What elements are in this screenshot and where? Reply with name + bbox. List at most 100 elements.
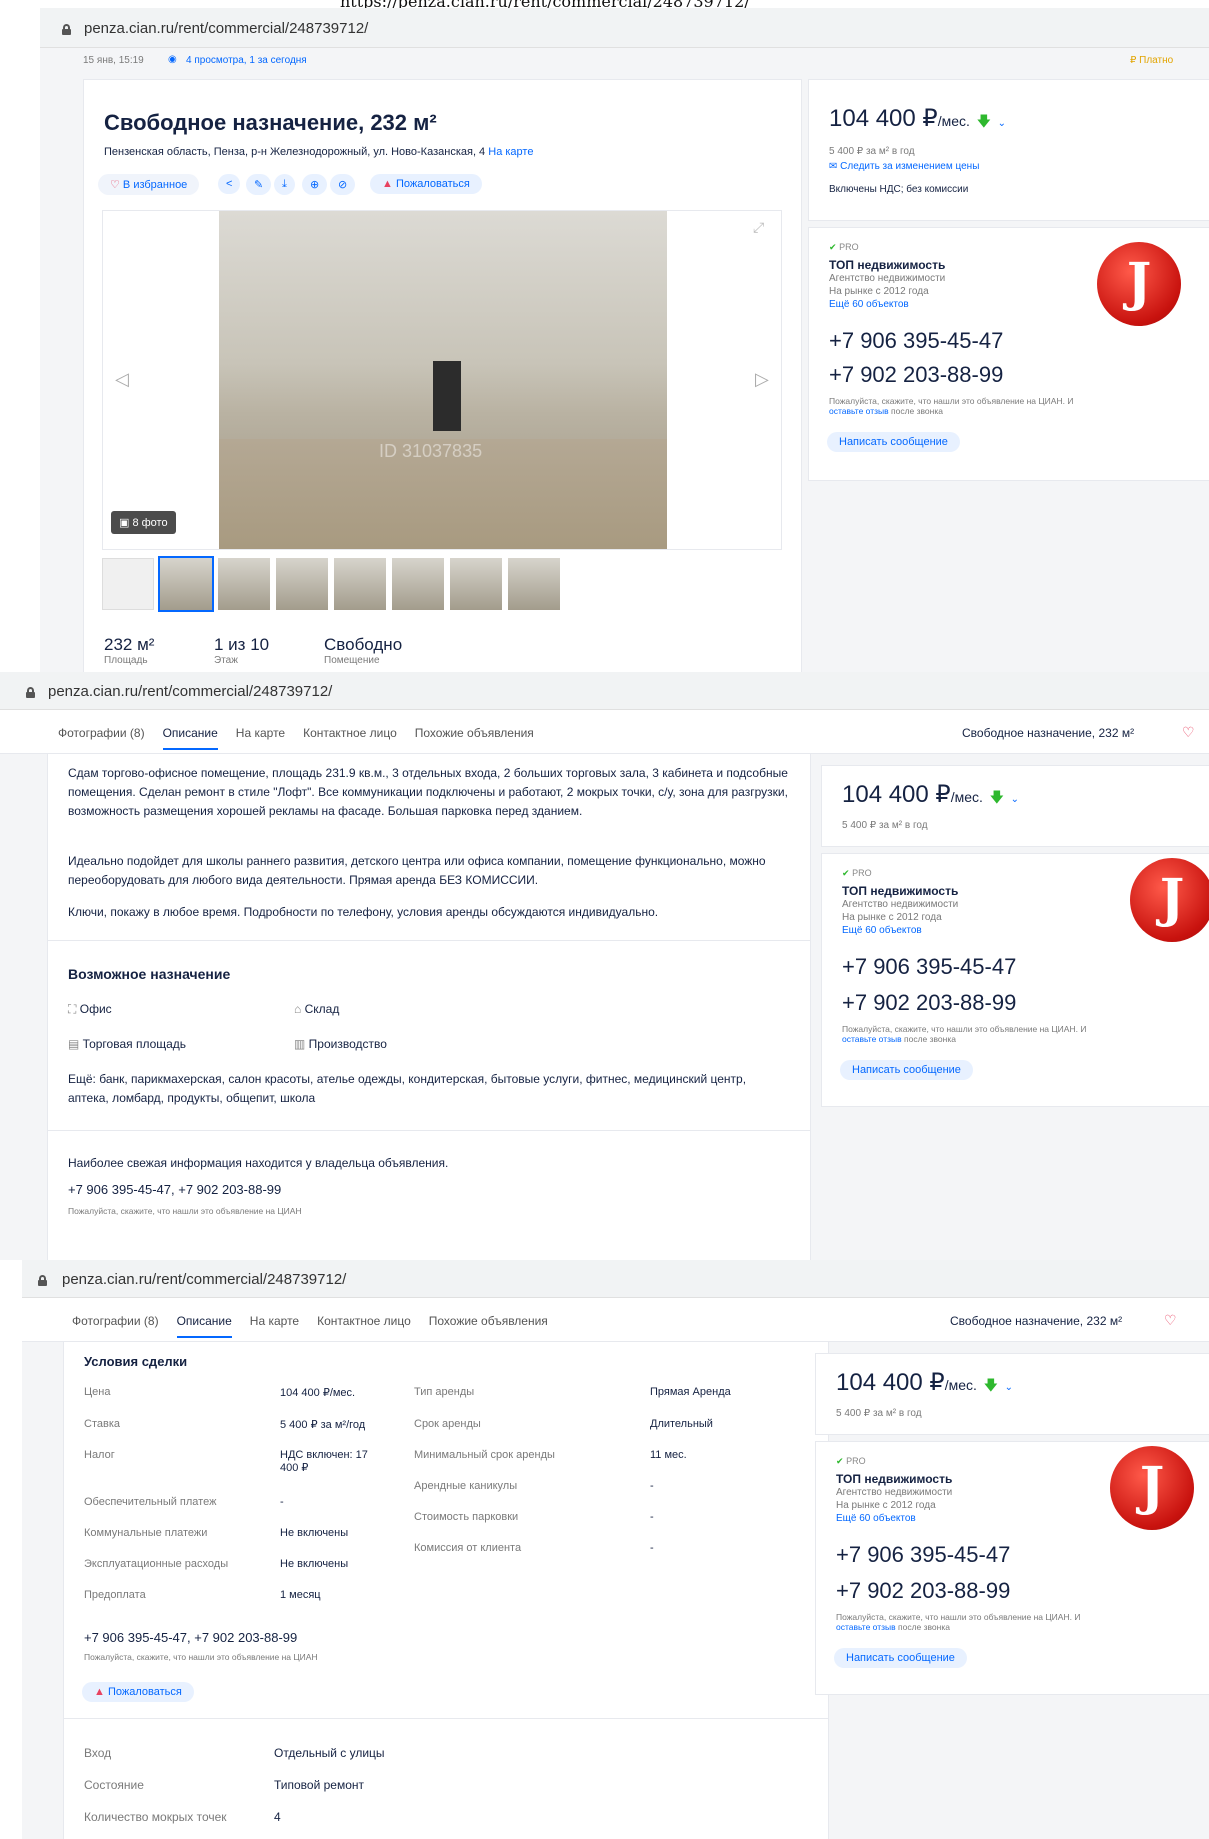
page-title: Свободное назначение, 232 м² — [104, 110, 437, 135]
agent-name[interactable]: ТОП недвижимость — [836, 1472, 952, 1486]
price-per-m2: 5 400 ₽ за м² в год — [842, 820, 928, 831]
agent-more-link[interactable]: Ещё 60 объектов — [836, 1513, 916, 1524]
photo-watermark: ID 31037835 — [379, 441, 483, 461]
message-button[interactable]: Написать сообщение — [840, 1060, 973, 1080]
thumbnail[interactable] — [158, 556, 214, 612]
agent-logo[interactable]: J — [1130, 858, 1209, 942]
more-purposes: Ещё: банк, парикмахерская, салон красоты… — [68, 1072, 747, 1105]
address-bar[interactable]: penza.cian.ru/rent/commercial/248739712/ — [40, 8, 1209, 48]
lock-icon — [62, 24, 71, 36]
agent-logo[interactable]: J — [1110, 1446, 1194, 1530]
agent-name[interactable]: ТОП недвижимость — [829, 258, 945, 272]
phone-2[interactable]: +7 902 203-88-99 — [836, 1578, 1010, 1604]
edit-button[interactable]: ✎ — [246, 174, 272, 195]
thumbnail[interactable] — [392, 558, 444, 610]
description-paragraph: Сдам торгово-офисное помещение, площадь … — [68, 766, 788, 818]
paid-link[interactable]: ₽ Платно — [1130, 55, 1173, 66]
deal-value: - — [650, 1480, 654, 1492]
url-text: penza.cian.ru/rent/commercial/248739712/ — [84, 20, 369, 37]
report-button[interactable]: ▲ Пожаловаться — [370, 174, 482, 194]
compare-button[interactable]: ⊕ — [302, 174, 328, 195]
thumbnail[interactable] — [334, 558, 386, 610]
share-button[interactable]: < — [218, 174, 241, 194]
stat-value: 1 из 10 — [214, 635, 270, 654]
verified-icon: ✔ — [836, 1456, 844, 1466]
download-button[interactable]: ⤓ — [274, 174, 295, 195]
sticky-header: Фотографии (8) Описание На карте Контактное… — [0, 710, 1209, 754]
address-bar[interactable]: penza.cian.ru/rent/commercial/248739712/ — [22, 1260, 1209, 1298]
tab-map[interactable]: На карте — [250, 1314, 299, 1328]
prev-arrow-icon[interactable]: ◁ — [115, 369, 129, 390]
deal-value: - — [650, 1511, 654, 1523]
address-bar[interactable]: penza.cian.ru/rent/commercial/248739712/ — [0, 672, 1209, 710]
tab-map[interactable]: На карте — [236, 726, 285, 740]
warehouse-icon: ⌂ — [294, 1002, 305, 1016]
message-button[interactable]: Написать сообщение — [834, 1648, 967, 1668]
description-paragraph: Идеально подойдет для школы раннего разв… — [68, 854, 766, 887]
thumbnail[interactable] — [276, 558, 328, 610]
tab-photos[interactable]: Фотографии (8) — [72, 1314, 159, 1328]
stat-label: Этаж — [214, 655, 238, 666]
deal-value: 11 мес. — [650, 1449, 687, 1461]
tab-description[interactable]: Описание — [176, 1314, 232, 1338]
next-arrow-icon[interactable]: ▷ — [755, 369, 769, 390]
price: 104 400 ₽/мес. 🡇 ⌄ — [842, 781, 1020, 808]
follow-price-link[interactable]: ✉ Следить за изменением цены — [829, 161, 979, 172]
stat-floor: 1 из 10 Этаж — [214, 635, 269, 666]
meta-views[interactable]: 4 просмотра, 1 за сегодня — [186, 55, 307, 66]
agent-card: ✔ PRO ТОП недвижимость Агентство недвижи… — [816, 1442, 1209, 1694]
agent-type: Агентство недвижимости — [829, 273, 946, 284]
phone-1[interactable]: +7 906 395-45-47 — [836, 1542, 1010, 1568]
pro-badge: ✔ PRO — [842, 868, 872, 878]
chevron-down-icon[interactable]: ⌄ — [1005, 1382, 1013, 1393]
deal-value: - — [650, 1542, 654, 1554]
favorite-button[interactable]: ♡ В избранное — [98, 174, 200, 195]
agent-type: Агентство недвижимости — [836, 1487, 953, 1498]
price-card: 104 400 ₽/мес. 🡇 ⌄ 5 400 ₽ за м² в год — [816, 1354, 1209, 1434]
phone-2[interactable]: +7 902 203-88-99 — [829, 362, 1003, 388]
feature-label: Вход — [84, 1746, 112, 1760]
contact-phones[interactable]: +7 906 395-45-47, +7 902 203-88-99 — [84, 1630, 297, 1645]
phone-2[interactable]: +7 902 203-88-99 — [842, 990, 1016, 1016]
deal-label: Эксплуатационные расходы — [84, 1558, 229, 1570]
hide-button[interactable]: ⊘ — [330, 174, 356, 195]
agent-logo[interactable]: J — [1097, 242, 1181, 326]
phone-1[interactable]: +7 906 395-45-47 — [842, 954, 1016, 980]
tab-contact[interactable]: Контактное лицо — [317, 1314, 411, 1328]
divider — [48, 940, 810, 941]
tab-similar[interactable]: Похожие объявления — [429, 1314, 548, 1328]
stat-purpose: Свободно Помещение — [324, 635, 402, 666]
chevron-down-icon[interactable]: ⌄ — [1011, 794, 1019, 805]
eye-icon: ◉ — [168, 54, 177, 65]
thumbnail[interactable] — [508, 558, 560, 610]
chevron-down-icon[interactable]: ⌄ — [998, 118, 1006, 129]
ruble-icon: ₽ — [1130, 55, 1140, 66]
download-icon: ⤓ — [282, 178, 287, 190]
expand-icon[interactable]: ⤢ — [753, 219, 764, 236]
phone-1[interactable]: +7 906 395-45-47 — [829, 328, 1003, 354]
warning-icon: ▲ — [382, 178, 396, 190]
thumbnail[interactable] — [450, 558, 502, 610]
photo-count-badge[interactable]: ▣ 8 фото — [111, 511, 176, 534]
favorite-heart-icon[interactable]: ♡ — [1182, 724, 1195, 741]
tab-contact[interactable]: Контактное лицо — [303, 726, 397, 740]
report-button[interactable]: ▲ Пожаловаться — [82, 1682, 194, 1702]
main-photo[interactable]: ID 31037835 — [219, 211, 667, 549]
favorite-heart-icon[interactable]: ♡ — [1164, 1312, 1177, 1329]
map-link[interactable]: На карте — [488, 146, 533, 158]
thumbnail[interactable] — [218, 558, 270, 610]
agent-more-link[interactable]: Ещё 60 объектов — [829, 299, 909, 310]
contact-phones[interactable]: +7 906 395-45-47, +7 902 203-88-99 — [68, 1182, 281, 1197]
call-note: Пожалуйста, скажите, что нашли это объяв… — [836, 1612, 1081, 1632]
agent-since: На рынке с 2012 года — [829, 286, 929, 297]
message-button[interactable]: Написать сообщение — [827, 432, 960, 452]
agent-name[interactable]: ТОП недвижимость — [842, 884, 958, 898]
deal-label: Комиссия от клиента — [414, 1542, 522, 1554]
tab-photos[interactable]: Фотографии (8) — [58, 726, 145, 740]
feature-value: Отдельный с улицы — [274, 1746, 385, 1760]
agent-more-link[interactable]: Ещё 60 объектов — [842, 925, 922, 936]
deal-value: Прямая Аренда — [650, 1386, 731, 1398]
tab-description[interactable]: Описание — [162, 726, 218, 750]
tab-similar[interactable]: Похожие объявления — [415, 726, 534, 740]
thumbnail-plan[interactable] — [102, 558, 154, 610]
